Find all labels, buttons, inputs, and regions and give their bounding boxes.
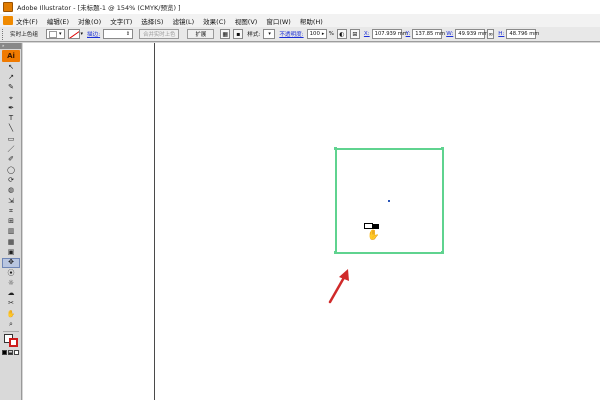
tool-button[interactable]: ⌕ bbox=[2, 319, 20, 329]
menu-edit[interactable]: 编辑(E) bbox=[47, 16, 69, 26]
resize-handle[interactable] bbox=[334, 251, 337, 254]
graphic-style-icon[interactable]: ▦ bbox=[220, 29, 231, 39]
resize-handle[interactable] bbox=[441, 251, 444, 254]
h-label[interactable]: H: bbox=[498, 31, 504, 37]
menu-effect[interactable]: 效果(C) bbox=[203, 16, 226, 26]
live-paint-bucket-cursor-swatches bbox=[364, 223, 380, 230]
menu-object[interactable]: 对象(O) bbox=[78, 16, 101, 26]
opacity-field[interactable]: 100 ▸ bbox=[306, 29, 327, 39]
tool-button[interactable]: ▣ bbox=[2, 247, 20, 257]
opacity-unit: % bbox=[328, 31, 334, 37]
stroke-none-swatch[interactable] bbox=[67, 29, 80, 39]
menu-app-icon[interactable] bbox=[3, 16, 13, 25]
stroke-swatch[interactable] bbox=[9, 337, 18, 347]
menu-file[interactable]: 文件(F) bbox=[16, 16, 38, 26]
constrain-proportions-icon[interactable]: ∞ bbox=[487, 29, 495, 39]
w-field[interactable]: 49.939 mm bbox=[455, 29, 488, 39]
tool-button[interactable]: ⊞ bbox=[2, 216, 20, 226]
cursor-swatch-white bbox=[364, 223, 373, 229]
tools-panel: » Ai ↖ ↗ ✎ ⌖ ✒ T ╲ ▭ ／ ✐ ◯ ⟳ ◍ ⇲ ⌗ ⊞ ▥ ▦ ▣ ✥ ⦿ ☼ ☁ ✂ ✋ ⌕ bbox=[0, 43, 22, 400]
app-icon bbox=[3, 2, 13, 12]
color-mode-icon[interactable] bbox=[2, 349, 7, 355]
w-label[interactable]: W: bbox=[446, 31, 453, 37]
paint-bucket-cursor-icon: ✋ bbox=[367, 230, 380, 241]
stepper-icon: ⇕ bbox=[125, 31, 131, 37]
recolor-artwork-icon[interactable]: ◐ bbox=[336, 29, 347, 39]
tool-button[interactable]: ⦿ bbox=[2, 268, 20, 278]
x-field[interactable]: 107.939 mm bbox=[371, 29, 408, 39]
y-field[interactable]: 137.85 mm bbox=[412, 29, 445, 39]
tool-button[interactable]: ✥ bbox=[2, 257, 20, 268]
menu-type[interactable]: 文字(T) bbox=[110, 16, 132, 26]
x-label[interactable]: X: bbox=[364, 31, 370, 37]
pasteboard[interactable] bbox=[23, 43, 154, 400]
menu-filter[interactable]: 滤镜(L) bbox=[172, 16, 194, 26]
center-point bbox=[388, 200, 390, 202]
style-dropdown[interactable]: ▾ bbox=[263, 29, 276, 39]
illustrator-logo: Ai bbox=[2, 50, 20, 62]
divider bbox=[3, 330, 19, 332]
style-swatch-icon[interactable]: ▪ bbox=[233, 29, 244, 39]
style-label: 样式: bbox=[247, 32, 261, 38]
tool-button[interactable]: ✂ bbox=[2, 299, 20, 309]
menu-help[interactable]: 帮助(H) bbox=[300, 16, 323, 26]
title-bar: Adobe Illustrator - [未标题-1 @ 154% (CMYK/… bbox=[0, 0, 600, 14]
tool-button[interactable]: ↗ bbox=[2, 72, 20, 82]
chevron-down-icon[interactable]: ▾ bbox=[81, 31, 84, 37]
tool-button[interactable]: ⇲ bbox=[2, 196, 20, 206]
resize-handle[interactable] bbox=[441, 147, 444, 150]
fill-stroke-swatches[interactable] bbox=[2, 333, 20, 348]
control-bar: 实时上色组 ▾ ▾ 描边: ⇕ 合并实时上色 扩展 ▦ ▪ 样式: ▾ 不透明度… bbox=[0, 27, 600, 42]
expand-button[interactable]: 扩展 bbox=[187, 29, 215, 39]
tool-button[interactable]: ✎ bbox=[2, 83, 20, 93]
cursor-swatch-black bbox=[373, 224, 379, 229]
menu-view[interactable]: 视图(V) bbox=[235, 16, 258, 26]
gradient-mode-icon[interactable] bbox=[8, 349, 13, 355]
chevron-right-icon: ▸ bbox=[321, 31, 325, 37]
tool-button[interactable]: ／ bbox=[2, 144, 20, 154]
illustrator-window: Adobe Illustrator - [未标题-1 @ 154% (CMYK/… bbox=[0, 0, 600, 400]
tool-button[interactable]: ↖ bbox=[2, 62, 20, 72]
tool-button[interactable]: ⌗ bbox=[2, 206, 20, 216]
opacity-label[interactable]: 不透明度: bbox=[279, 30, 303, 38]
stroke-weight-field[interactable]: ⇕ bbox=[103, 29, 134, 39]
tool-button[interactable]: ◯ bbox=[2, 165, 20, 175]
tool-button[interactable]: ◍ bbox=[2, 186, 20, 196]
tool-button[interactable]: ☁ bbox=[2, 289, 20, 299]
chevron-down-icon: ▾ bbox=[58, 31, 62, 37]
selection-type-label: 实时上色组 bbox=[10, 32, 38, 38]
tool-button[interactable]: ☼ bbox=[2, 278, 20, 288]
resize-handle[interactable] bbox=[334, 147, 337, 150]
tool-button[interactable]: ▥ bbox=[2, 227, 20, 237]
chevron-down-icon: ▾ bbox=[268, 31, 271, 37]
tool-button[interactable]: ✋ bbox=[2, 309, 20, 319]
tool-list: ↖ ↗ ✎ ⌖ ✒ T ╲ ▭ ／ ✐ ◯ ⟳ ◍ ⇲ ⌗ ⊞ ▥ ▦ ▣ ✥ ⦿ ☼ ☁ ✂ ✋ ⌕ bbox=[0, 62, 21, 330]
tool-button[interactable]: ╲ bbox=[2, 124, 20, 134]
tool-button[interactable]: ▭ bbox=[2, 134, 20, 144]
window-title: Adobe Illustrator - [未标题-1 @ 154% (CMYK/… bbox=[17, 4, 181, 12]
opacity-value: 100 bbox=[309, 31, 320, 37]
menu-window[interactable]: 窗口(W) bbox=[266, 16, 291, 26]
reference-point-icon[interactable]: ⊞ bbox=[349, 29, 360, 39]
tool-button[interactable]: ▦ bbox=[2, 237, 20, 247]
tool-button[interactable]: ✐ bbox=[2, 155, 20, 165]
tool-button[interactable]: T bbox=[2, 113, 20, 123]
menu-select[interactable]: 选择(S) bbox=[141, 16, 163, 26]
color-mode-buttons bbox=[2, 349, 21, 355]
y-label[interactable]: Y: bbox=[406, 31, 411, 37]
tool-button[interactable]: ⌖ bbox=[2, 93, 20, 103]
annotation-arrow-icon bbox=[328, 269, 349, 304]
fill-color-dropdown[interactable]: ▾ bbox=[45, 29, 65, 39]
tools-panel-header[interactable]: » bbox=[0, 43, 21, 49]
none-mode-icon[interactable] bbox=[14, 349, 19, 355]
tool-button[interactable]: ✒ bbox=[2, 103, 20, 113]
stroke-label[interactable]: 描边: bbox=[87, 30, 100, 38]
h-field[interactable]: 48.796 mm bbox=[506, 29, 539, 39]
tool-button[interactable]: ⟳ bbox=[2, 175, 20, 185]
merge-live-paint-button[interactable]: 合并实时上色 bbox=[139, 29, 180, 39]
menu-bar: 文件(F) 编辑(E) 对象(O) 文字(T) 选择(S) 滤镜(L) 效果(C… bbox=[0, 14, 600, 27]
control-bar-grip[interactable] bbox=[2, 28, 6, 40]
